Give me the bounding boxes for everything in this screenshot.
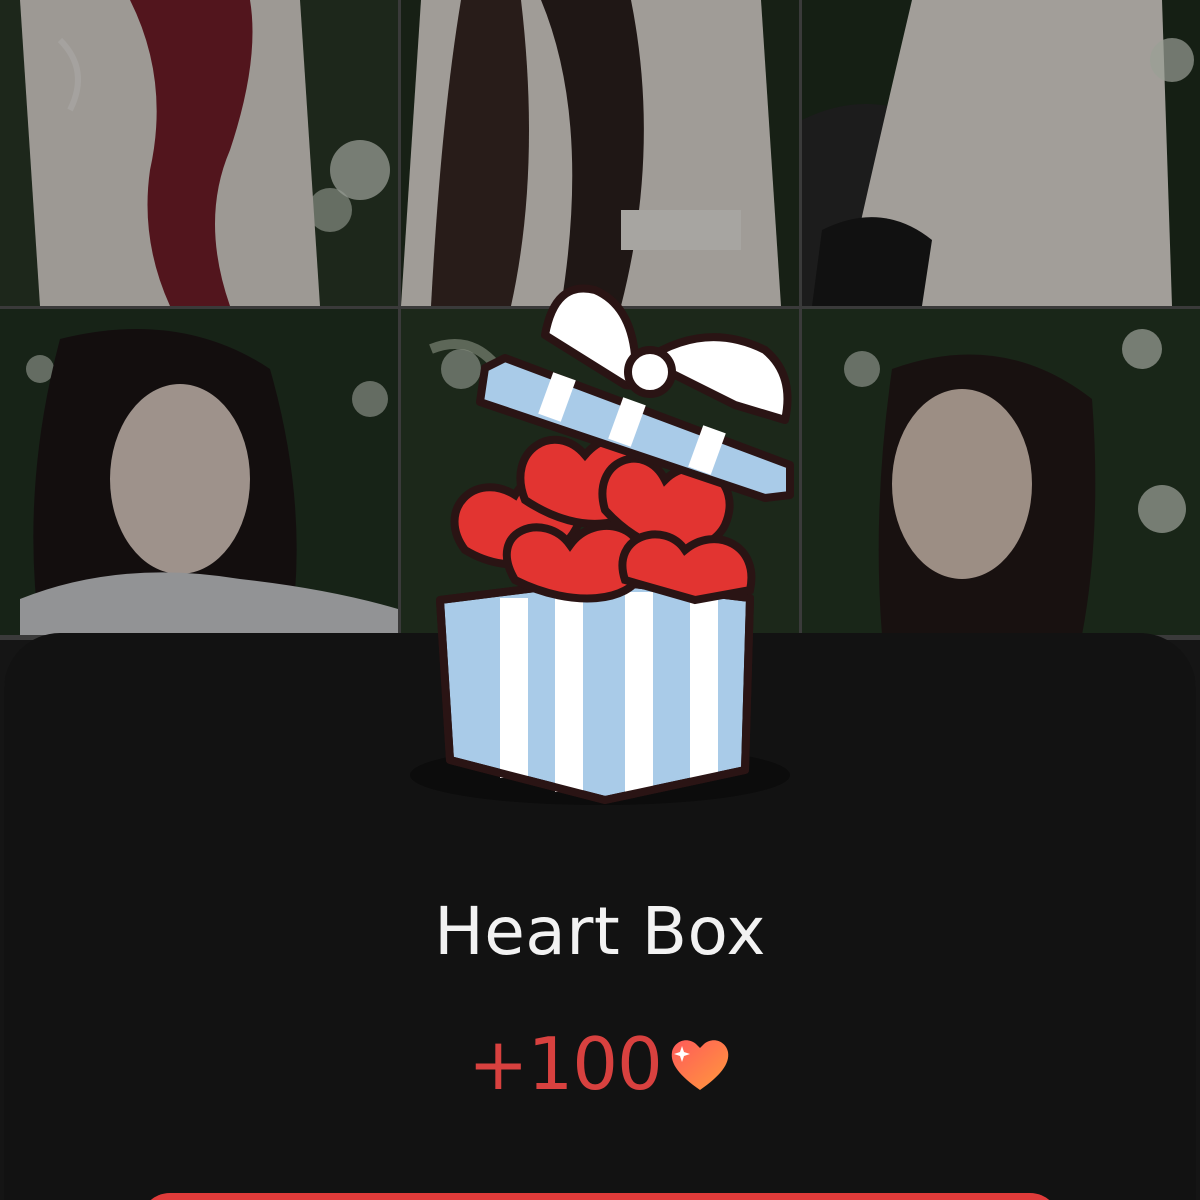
- reward-amount-row: +100: [0, 1022, 1200, 1106]
- photo-image: [0, 309, 398, 635]
- heart-box-reward-screen: Heart Box +100: [0, 0, 1200, 1200]
- photo-image: [401, 0, 799, 306]
- reward-title: Heart Box: [434, 893, 766, 970]
- heart-icon: [668, 1034, 732, 1094]
- photo-tile[interactable]: [802, 309, 1200, 635]
- photo-tile[interactable]: [802, 0, 1200, 306]
- photo-tile[interactable]: [0, 0, 398, 306]
- heart-box-icon: [405, 280, 815, 810]
- photo-tile[interactable]: [401, 0, 799, 306]
- photo-image: [802, 309, 1200, 635]
- claim-button[interactable]: [140, 1193, 1060, 1200]
- photo-image: [802, 0, 1200, 306]
- reward-amount: +100: [468, 1022, 663, 1106]
- photo-tile[interactable]: [0, 309, 398, 635]
- photo-image: [0, 0, 398, 306]
